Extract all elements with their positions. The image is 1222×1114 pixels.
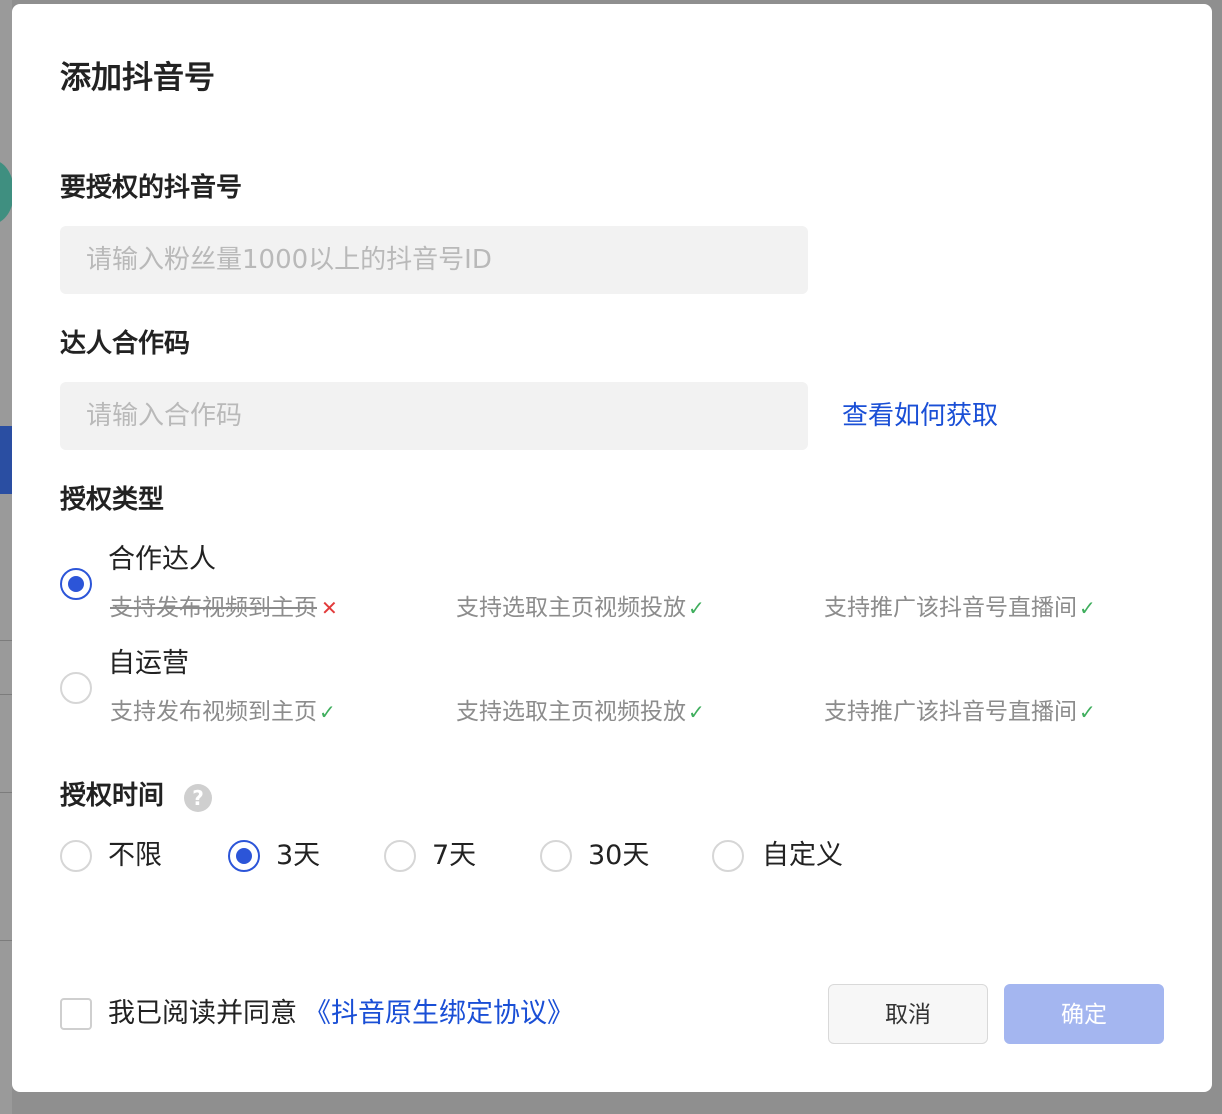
agreement-checkbox[interactable] [60,998,92,1030]
auth-time-radio-unlimited[interactable] [60,840,92,872]
background-divider [0,940,12,941]
auth-time-option-3d[interactable]: 3天 [276,838,320,874]
agreement-text: 我已阅读并同意 [108,998,297,1029]
auth-type-radio-self[interactable] [60,672,92,704]
coop-code-label: 达人合作码 [60,329,191,359]
auth-time-option-custom[interactable]: 自定义 [762,838,843,874]
add-douyin-account-dialog: 添加抖音号 要授权的抖音号 达人合作码 查看如何获取 授权类型 合作达人 支持发… [12,4,1212,1092]
auth-time-radio-3d[interactable] [228,840,260,872]
feature-select-video: 支持选取主页视频投放 ✓ [456,699,705,725]
dialog-title: 添加抖音号 [60,60,215,96]
background-button [0,426,12,494]
account-id-input[interactable] [60,226,808,294]
how-to-get-link[interactable]: 查看如何获取 [842,398,998,434]
auth-time-option-unlimited[interactable]: 不限 [108,838,162,874]
feature-select-video: 支持选取主页视频投放 ✓ [456,595,705,621]
background-divider [0,792,12,793]
agreement-link[interactable]: 《抖音原生绑定协议》 [304,996,574,1032]
feature-promote-live: 支持推广该抖音号直播间 ✓ [824,699,1096,725]
cross-icon: ✕ [321,596,338,620]
auth-type-option-coop[interactable]: 合作达人 [108,542,216,578]
auth-type-radio-coop[interactable] [60,568,92,600]
auth-time-label: 授权时间 [60,781,165,811]
cancel-button[interactable]: 取消 [828,984,988,1044]
feature-promote-live: 支持推广该抖音号直播间 ✓ [824,595,1096,621]
auth-type-option-self[interactable]: 自运营 [108,646,189,682]
account-label: 要授权的抖音号 [60,173,243,203]
coop-code-input[interactable] [60,382,808,450]
feature-publish-video: 支持发布视频到主页 ✓ [110,699,336,725]
check-icon: ✓ [1079,596,1096,620]
auth-time-radio-7d[interactable] [384,840,416,872]
background-divider [0,694,12,695]
auth-time-radio-30d[interactable] [540,840,572,872]
check-icon: ✓ [688,700,705,724]
confirm-button[interactable]: 确定 [1004,984,1164,1044]
background-divider [0,640,12,641]
check-icon: ✓ [688,596,705,620]
feature-publish-video: 支持发布视频到主页 ✕ [110,595,338,621]
check-icon: ✓ [1079,700,1096,724]
check-icon: ✓ [319,700,336,724]
auth-time-option-7d[interactable]: 7天 [432,838,476,874]
question-circle-icon[interactable]: ? [184,784,212,812]
auth-type-label: 授权类型 [60,485,165,515]
auth-time-option-30d[interactable]: 30天 [588,838,649,874]
auth-time-radio-custom[interactable] [712,840,744,872]
